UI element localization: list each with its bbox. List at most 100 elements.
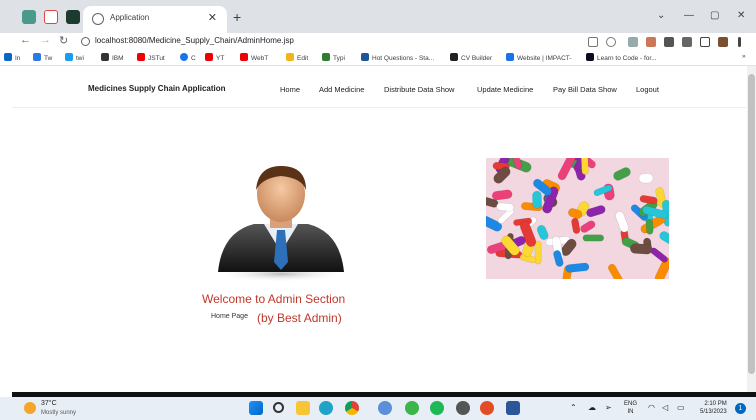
bookmark-jstut[interactable]: JSTut (137, 53, 165, 62)
weather-sun-icon[interactable] (24, 402, 36, 414)
new-tab-button[interactable]: + (233, 9, 241, 25)
nav-distribute-data-show[interactable]: Distribute Data Show (384, 85, 454, 94)
vertical-scrollbar[interactable] (747, 66, 756, 392)
bookmark-website-impact[interactable]: Website | IMPACT- (506, 53, 572, 62)
teams-icon[interactable] (378, 401, 392, 415)
app-icon-7[interactable] (405, 401, 419, 415)
bookmark-ibm[interactable]: IBM (101, 53, 124, 62)
chrome-icon (180, 53, 188, 61)
extension-icon-2[interactable] (646, 37, 656, 47)
clock[interactable]: 2:10 PM 5/13/2023 (700, 400, 727, 416)
windows-taskbar: 37°C Mostly sunny ⌃ ☁ ➢ ENG IN ◠ ◁ ▭ 2:10… (0, 397, 756, 420)
profile-avatar[interactable] (718, 37, 728, 47)
cloud-icon[interactable]: ☁ (588, 403, 596, 412)
edit-icon (286, 53, 294, 61)
back-button[interactable]: ← (20, 34, 31, 46)
nav-update-medicine[interactable]: Update Medicine (477, 85, 533, 94)
word-icon[interactable] (506, 401, 520, 415)
bookmark-hot-questions[interactable]: Hot Questions - Sta... (361, 53, 434, 62)
tab-close-icon[interactable]: ✕ (208, 11, 217, 24)
app-icon-9[interactable] (456, 401, 470, 415)
minimize-button[interactable]: — (684, 10, 694, 21)
tab-favicon-3[interactable] (66, 10, 80, 24)
medicine-pills-image (486, 158, 669, 279)
app-navbar: Medicines Supply Chain Application Home … (12, 74, 746, 108)
ibm-icon (101, 53, 109, 61)
send-icon[interactable]: ➢ (605, 403, 612, 412)
linkedin-icon (4, 53, 12, 61)
bookmarks-bar: In Tw twi IBM JSTut C YT WebT Edit Typi … (0, 50, 756, 66)
extensions-puzzle-icon[interactable] (682, 37, 692, 47)
by-admin-label: (by Best Admin) (257, 311, 342, 325)
volume-icon[interactable]: ◁ (662, 403, 668, 412)
scrollbar-thumb[interactable] (748, 74, 755, 374)
close-window-button[interactable]: ✕ (737, 10, 745, 21)
bookmark-tw[interactable]: Tw (33, 53, 52, 62)
extension-icon-1[interactable] (628, 37, 638, 47)
admin-avatar-image (215, 166, 347, 282)
tab-search-icon[interactable]: ⌄ (657, 10, 665, 21)
nav-pay-bill-data-show[interactable]: Pay Bill Data Show (553, 85, 617, 94)
maximize-button[interactable]: ▢ (710, 10, 719, 21)
menu-icon[interactable] (738, 37, 741, 47)
tab-application[interactable]: Application ✕ (83, 6, 227, 33)
star-icon[interactable] (606, 37, 616, 47)
notification-badge[interactable]: 1 (735, 403, 746, 414)
bookmark-typi[interactable]: Typi (322, 53, 345, 62)
pill-capsule (582, 234, 605, 242)
search-icon[interactable] (273, 402, 284, 413)
nav-home[interactable]: Home (280, 85, 300, 94)
website-icon (506, 53, 514, 61)
tab-title: Application (110, 13, 150, 22)
bookmark-learn-to-code[interactable]: Learn to Code - for... (586, 53, 657, 62)
bookmark-webt[interactable]: WebT (240, 53, 268, 62)
tray-chevron-icon[interactable]: ⌃ (570, 403, 577, 412)
pill-capsule (638, 173, 654, 184)
freecodecamp-icon (586, 53, 594, 61)
weather-temp[interactable]: 37°C (41, 400, 57, 407)
youtube-icon (240, 53, 248, 61)
bookmark-c[interactable]: C (180, 53, 196, 62)
bookmark-cv-builder[interactable]: CV Builder (450, 53, 492, 62)
home-page-label: Home Page (211, 313, 248, 320)
edge-icon[interactable] (319, 401, 333, 415)
pill-capsule (630, 243, 653, 255)
reload-button[interactable]: ↻ (59, 34, 68, 47)
youtube-icon (205, 53, 213, 61)
pill-capsule (496, 202, 514, 212)
app-brand[interactable]: Medicines Supply Chain Application (88, 84, 226, 93)
spotify-icon[interactable] (430, 401, 444, 415)
wifi-icon[interactable]: ◠ (648, 403, 655, 412)
sidepanel-icon[interactable] (700, 37, 710, 47)
battery-icon[interactable]: ▭ (677, 403, 685, 412)
bookmarks-overflow-icon[interactable]: » (742, 53, 746, 60)
globe-icon (92, 13, 104, 25)
bookmark-icon (33, 53, 41, 61)
chrome-taskbar-icon[interactable] (345, 401, 359, 415)
youtube-icon (137, 53, 145, 61)
pill-capsule (580, 158, 589, 175)
bookmark-linkedin[interactable]: In (4, 53, 20, 62)
office-icon[interactable] (480, 401, 494, 415)
bookmark-yt[interactable]: YT (205, 53, 224, 62)
info-icon[interactable] (81, 37, 90, 46)
extension-icon-3[interactable] (664, 37, 674, 47)
weather-desc[interactable]: Mostly sunny (41, 410, 76, 416)
pill-capsule (532, 190, 542, 209)
browser-toolbar: ← → ↻ localhost:8080/Medicine_Supply_Cha… (0, 33, 756, 50)
file-explorer-icon[interactable] (296, 401, 310, 415)
nav-logout[interactable]: Logout (636, 85, 659, 94)
language-indicator[interactable]: ENG IN (624, 400, 637, 416)
bookmark-edit[interactable]: Edit (286, 53, 308, 62)
typing-icon (322, 53, 330, 61)
gmail-tab-icon[interactable] (44, 10, 58, 24)
address-bar[interactable]: localhost:8080/Medicine_Supply_Chain/Adm… (95, 36, 294, 45)
tab-favicon-1[interactable] (22, 10, 36, 24)
nav-add-medicine[interactable]: Add Medicine (319, 85, 364, 94)
bookmark-twitter[interactable]: twi (65, 53, 84, 62)
windows-start-icon[interactable] (249, 401, 263, 415)
forward-button[interactable]: → (40, 34, 51, 46)
share-icon[interactable] (588, 37, 598, 47)
welcome-heading: Welcome to Admin Section (202, 292, 346, 306)
pill-capsule (645, 218, 654, 235)
